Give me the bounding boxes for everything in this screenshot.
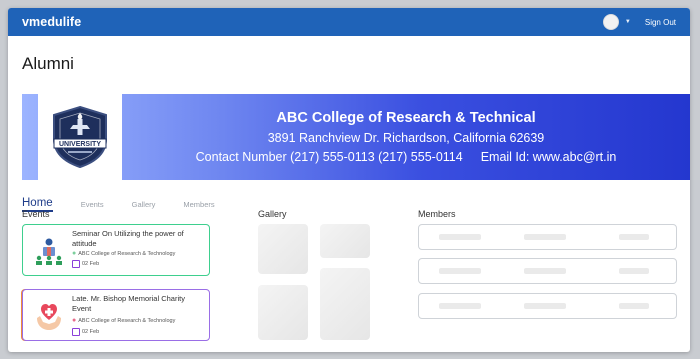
event-card[interactable]: Seminar On Utilizing the power of attitu… bbox=[22, 224, 210, 276]
college-banner: UNIVERSITY ABC College of Research & Tec… bbox=[22, 94, 690, 180]
gallery-heading: Gallery bbox=[258, 209, 287, 219]
college-address: 3891 Ranchview Dr. Richardson, Californi… bbox=[267, 131, 545, 145]
avatar[interactable] bbox=[602, 14, 619, 30]
tab-bar: Home Events Gallery Members bbox=[22, 194, 690, 212]
event-card[interactable]: Late. Mr. Bishop Memorial Charity Event … bbox=[22, 289, 210, 341]
brand-logo[interactable]: vmedulife bbox=[22, 15, 81, 29]
event-org: ● ABC College of Research & Technology bbox=[72, 317, 175, 324]
user-menu: ▼ Sign Out bbox=[602, 14, 676, 30]
top-navbar: vmedulife ▼ Sign Out bbox=[8, 8, 690, 36]
email-id: Email Id: www.abc@rt.in bbox=[480, 150, 617, 164]
member-row[interactable] bbox=[418, 258, 677, 284]
event-title[interactable]: Seminar On Utilizing the power of attitu… bbox=[72, 229, 202, 249]
logo-text: UNIVERSITY bbox=[59, 141, 101, 148]
tab-gallery[interactable]: Gallery bbox=[132, 200, 156, 212]
event-title[interactable]: Late. Mr. Bishop Memorial Charity Event bbox=[72, 294, 202, 314]
charity-hands-icon bbox=[37, 304, 61, 330]
calendar-icon bbox=[72, 328, 80, 336]
university-logo: UNIVERSITY bbox=[38, 94, 122, 180]
gallery-thumbnail[interactable] bbox=[258, 285, 308, 340]
event-org-text: ABC College of Research & Technology bbox=[78, 317, 176, 324]
event-date-text: 02 Feb bbox=[82, 261, 100, 267]
tab-members[interactable]: Members bbox=[183, 200, 214, 212]
event-date-text: 02 Feb bbox=[82, 329, 100, 335]
events-heading: Events bbox=[22, 209, 50, 219]
gallery-thumbnail[interactable] bbox=[320, 224, 370, 258]
gallery-thumbnail[interactable] bbox=[258, 224, 308, 274]
member-row[interactable] bbox=[418, 293, 677, 319]
banner-text: ABC College of Research & Technical 3891… bbox=[122, 94, 690, 180]
sign-out-link[interactable]: Sign Out bbox=[645, 18, 676, 27]
tab-events[interactable]: Events bbox=[81, 200, 104, 212]
college-name: ABC College of Research & Technical bbox=[276, 110, 536, 126]
app-window: vmedulife ▼ Sign Out Alumni UNIVERSITY A… bbox=[8, 8, 690, 352]
members-heading: Members bbox=[418, 209, 456, 219]
calendar-icon bbox=[72, 260, 80, 268]
page-title: Alumni bbox=[22, 54, 74, 73]
event-org-text: ABC College of Research & Technology bbox=[78, 250, 176, 257]
chevron-down-icon[interactable]: ▼ bbox=[625, 19, 631, 25]
event-date: 02 Feb bbox=[72, 328, 99, 336]
gallery-thumbnail[interactable] bbox=[320, 268, 370, 340]
event-org: ● ABC College of Research & Technology bbox=[72, 250, 175, 257]
seminar-icon bbox=[36, 238, 62, 265]
contact-number: Contact Number (217) 555-0113 (217) 555-… bbox=[195, 150, 463, 164]
contact-row: Contact Number (217) 555-0113 (217) 555-… bbox=[196, 150, 617, 164]
location-pin-icon: ● bbox=[72, 317, 77, 324]
location-pin-icon: ● bbox=[72, 250, 77, 257]
university-shield-icon: UNIVERSITY bbox=[53, 105, 107, 169]
member-row[interactable] bbox=[418, 224, 677, 250]
event-date: 02 Feb bbox=[72, 260, 99, 268]
